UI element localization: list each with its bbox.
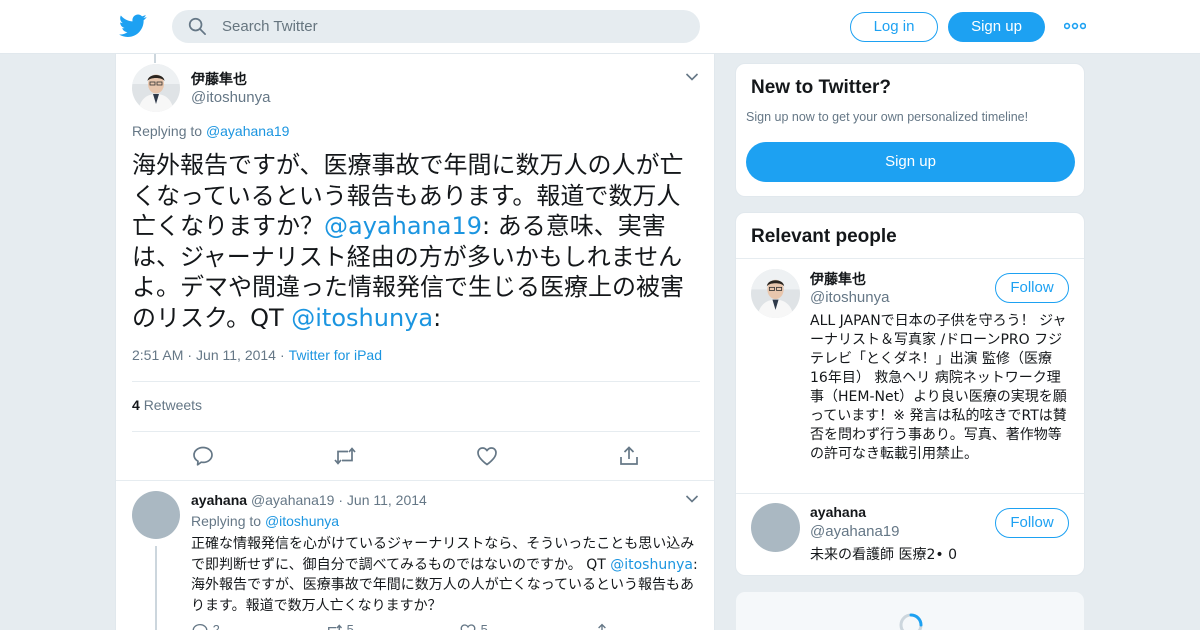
loading-spinner-icon <box>899 613 923 630</box>
reply-count: 2 <box>212 622 220 630</box>
separator-dot: · <box>187 347 193 363</box>
login-button[interactable]: Log in <box>850 12 938 42</box>
search-icon <box>188 17 206 35</box>
retweet-count: 5 <box>346 622 354 630</box>
mention-link[interactable]: @itoshunya <box>610 557 693 573</box>
replying-to: Replying to @itoshunya <box>191 513 339 529</box>
retweet-action[interactable]: 5 <box>325 622 354 630</box>
share-icon <box>598 623 606 630</box>
replying-to-link[interactable]: @itoshunya <box>265 513 339 529</box>
reply-action[interactable]: 2 <box>191 622 220 630</box>
person-handle[interactable]: @itoshunya <box>810 289 889 306</box>
avatar[interactable] <box>132 491 180 539</box>
retweet-count: 4 <box>132 397 140 413</box>
follow-button[interactable]: Follow <box>995 273 1069 303</box>
reply-icon <box>192 623 208 630</box>
divider <box>116 480 714 481</box>
person-handle[interactable]: @ayahana19 <box>810 523 899 540</box>
twitter-bird-icon[interactable] <box>119 13 147 39</box>
search-box[interactable] <box>172 10 700 43</box>
tweet-date[interactable]: Jun 11, 2014 <box>347 492 427 508</box>
avatar[interactable] <box>751 503 800 552</box>
signup-button[interactable]: Sign up <box>948 12 1045 42</box>
replying-to: Replying to @ayahana19 <box>132 123 289 139</box>
divider <box>132 381 700 382</box>
thread-connector-line <box>154 54 156 63</box>
follow-button[interactable]: Follow <box>995 508 1069 538</box>
loading-card <box>735 591 1085 630</box>
relevant-people-card: Relevant people 伊藤隼也 @itoshunya Follow A… <box>735 212 1085 576</box>
person-bio: ALL JAPANで日本の子供を守ろう！ ジャーナリスト＆写真家 /ドローンPR… <box>810 313 1067 462</box>
new-to-twitter-card: New to Twitter? Sign up now to get your … <box>735 63 1085 197</box>
like-icon <box>460 624 476 630</box>
tweet-thread: 伊藤隼也 @itoshunya Replying to @ayahana19 海… <box>115 54 715 630</box>
mention-link[interactable]: @ayahana19 <box>324 212 482 240</box>
retweet-stats[interactable]: 4 Retweets <box>132 397 202 413</box>
mention-link[interactable]: @itoshunya <box>291 304 433 332</box>
more-dots-icon[interactable] <box>1064 18 1086 34</box>
avatar[interactable] <box>132 64 180 112</box>
share-icon[interactable] <box>617 444 641 468</box>
tweet-source-link[interactable]: Twitter for iPad <box>289 347 382 363</box>
like-icon[interactable] <box>475 444 499 468</box>
chevron-down-icon[interactable] <box>685 494 699 504</box>
separator-dot: · <box>279 347 285 363</box>
author-handle[interactable]: @ayahana19 <box>251 492 335 508</box>
person-name[interactable]: 伊藤隼也 <box>810 269 866 289</box>
author-name[interactable]: ayahana <box>191 492 247 508</box>
person-bio: 未来の看護師 医療2• 0 <box>810 547 957 563</box>
replying-to-link[interactable]: @ayahana19 <box>206 123 290 139</box>
tweet-text: 海外報告ですが、医療事故で年間に数万人の人が亡くなっているという報告もあります。… <box>132 150 702 333</box>
tweet-date[interactable]: Jun 11, 2014 <box>196 347 276 363</box>
divider <box>736 493 1084 494</box>
chevron-down-icon[interactable] <box>685 72 699 82</box>
person-name[interactable]: ayahana <box>810 504 866 520</box>
search-input[interactable] <box>222 10 682 43</box>
separator-dot: · <box>338 492 344 508</box>
share-action[interactable] <box>593 622 611 630</box>
reply-header: ayahana @ayahana19 · Jun 11, 2014 <box>191 492 427 508</box>
tweet-metadata: 2:51 AM · Jun 11, 2014 · Twitter for iPad <box>132 347 382 363</box>
divider <box>132 431 700 432</box>
retweet-icon[interactable] <box>333 444 357 468</box>
author-name[interactable]: 伊藤隼也 <box>191 69 247 89</box>
top-navigation-bar: Log in Sign up <box>0 0 1200 54</box>
tweet-actions <box>191 444 651 468</box>
signup-cta-button[interactable]: Sign up <box>746 142 1075 182</box>
replying-prefix: Replying to <box>132 123 203 139</box>
replying-prefix: Replying to <box>191 513 262 529</box>
tweet-text: 正確な情報発信を心がけているジャーナリストなら、そういったことも思い込みで即判断… <box>191 534 701 616</box>
thread-connector-line <box>155 546 157 630</box>
avatar[interactable] <box>751 269 800 318</box>
author-handle[interactable]: @itoshunya <box>191 89 270 106</box>
like-action[interactable]: 5 <box>459 622 488 630</box>
retweet-label: Retweets <box>143 397 203 413</box>
tweet-time[interactable]: 2:51 AM <box>132 347 183 363</box>
card-subtitle: Sign up now to get your own personalized… <box>746 110 1029 124</box>
card-title: Relevant people <box>751 226 897 247</box>
retweet-icon <box>328 624 343 630</box>
tweet-actions: 2 5 5 <box>191 622 651 630</box>
divider <box>736 258 1084 259</box>
card-title: New to Twitter? <box>751 77 892 98</box>
tweet-text-part: : <box>433 303 442 332</box>
reply-icon[interactable] <box>191 444 215 468</box>
like-count: 5 <box>480 622 488 630</box>
